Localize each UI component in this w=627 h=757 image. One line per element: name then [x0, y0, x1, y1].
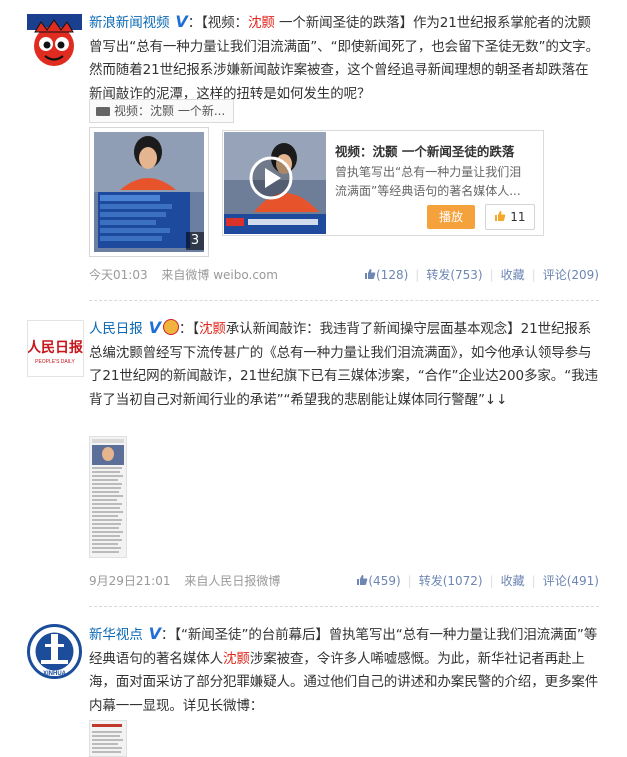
username-link[interactable]: 新华视点 [89, 627, 143, 643]
video-tag-label: 视频：沈颢 一个新... [114, 104, 226, 118]
divider: | [531, 574, 536, 588]
medal-icon[interactable] [162, 319, 179, 335]
avatar-peoples-daily[interactable]: 人民日报 PEOPLE'S DAILY [27, 320, 84, 377]
post-actions: (459) | 转发(1072) | 收藏 | 评论(491) [351, 571, 599, 591]
video-camera-icon [96, 107, 110, 116]
post-actions: (128) | 转发(753) | 收藏 | 评论(209) [359, 265, 599, 285]
video-card[interactable]: 视频：沈颢 一个新闻圣徒的跌落 曾执笔写出“总有一种力量让我们泪流满面”等经典语… [222, 130, 544, 236]
divider: | [489, 268, 494, 282]
post-source[interactable]: 来自人民日报微博 [184, 574, 280, 588]
peoples-daily-logo: 人民日报 PEOPLE'S DAILY [27, 339, 83, 365]
favorite-action[interactable]: 收藏 [501, 574, 525, 588]
like-count: (128) [376, 268, 409, 282]
avatar-xinhua[interactable]: XINHUA [27, 624, 82, 679]
v-verified-icon[interactable]: V [149, 622, 161, 646]
comment-action[interactable]: 评论(209) [543, 268, 599, 282]
post-body: 新浪新闻视频 V：【视频：沈颢 一个新闻圣徒的跌落】作为21世纪报系掌舵者的沈颢曾… [89, 10, 599, 106]
post-meta: 今天01:03 来自微博 weibo.com (128) | 转发(753) | 收藏 |… [89, 265, 599, 285]
post-body: 人民日报 V ：【沈颢承认新闻敲诈：我违背了新闻操守层面基本观念】21世纪报系总编沈… [89, 316, 599, 412]
post-meta: 9月29日21:01 来自人民日报微博 (459) | 转发(1072) | 收藏 | 评论… [89, 571, 599, 591]
image-count-badge: 3 [186, 232, 204, 250]
like-action[interactable]: (459) [356, 574, 401, 588]
keyword-highlight[interactable]: 沈颢 [223, 651, 250, 667]
video-card-title[interactable]: 视频：沈颢 一个新闻圣徒的跌落 [335, 141, 514, 160]
post-separator [89, 606, 599, 607]
post-source[interactable]: 来自微博 weibo.com [161, 268, 278, 282]
like-action[interactable]: (128) [364, 268, 408, 282]
post-text-b: 承认新闻敲诈：我违背了新闻操守层面基本观念】21世纪报系总编沈颢曾经写下流传甚广… [89, 321, 598, 408]
favorite-action[interactable]: 收藏 [501, 268, 525, 282]
username-link[interactable]: 新浪新闻视频 [89, 15, 170, 31]
card-like-count: 11 [510, 210, 526, 224]
comment-action[interactable]: 评论(491) [543, 574, 599, 588]
repost-action[interactable]: 转发(1072) [419, 574, 483, 588]
keyword-highlight[interactable]: 沈颢 [199, 321, 226, 337]
thumbs-up-icon [365, 269, 376, 279]
long-image-preview [90, 721, 126, 756]
logo-subtext: PEOPLE'S DAILY [35, 359, 75, 365]
play-button[interactable]: 播放 [427, 205, 475, 229]
video-link-tag[interactable]: 视频：沈颢 一个新... [89, 99, 235, 123]
post-time[interactable]: 今天01:03 [89, 268, 148, 282]
v-verified-icon[interactable]: V [149, 316, 161, 340]
long-image-preview [90, 437, 126, 557]
repost-action[interactable]: 转发(753) [426, 268, 482, 282]
thumbs-up-icon [357, 575, 368, 585]
v-verified-icon[interactable]: V [175, 10, 187, 34]
keyword-highlight[interactable]: 沈颢 [248, 15, 275, 31]
post-text-a: 【 [192, 321, 199, 337]
long-image-thumbnail[interactable] [89, 436, 127, 558]
colon: ： [187, 15, 202, 31]
long-image-thumbnail[interactable] [89, 720, 127, 757]
video-card-description: 曾执笔写出“总有一种力量让我们泪流满面”等经典语句的著名媒体人... [335, 165, 522, 198]
xinhua-logo: XINHUA [27, 624, 82, 679]
divider: | [531, 268, 536, 282]
video-card-thumbnail[interactable] [224, 132, 326, 234]
divider: | [415, 268, 420, 282]
video-thumbnail-image[interactable]: 3 [89, 127, 209, 257]
post-body: 新华视点 V：【“新闻圣徒”的台前幕后】曾执笔写出“总有一种力量让我们泪流满面”等… [89, 622, 599, 718]
post-text-a: 【视频： [201, 15, 248, 31]
sina-mascot-avatar [27, 14, 82, 69]
logo-text: 人民日报 [28, 339, 83, 356]
divider: | [407, 574, 412, 588]
card-like-button[interactable]: 11 [485, 204, 535, 230]
avatar-sina-news-video[interactable] [27, 14, 82, 69]
post-separator [89, 300, 599, 301]
username-link[interactable]: 人民日报 [89, 321, 143, 337]
logo-text: XINHUA [43, 671, 67, 677]
colon: ： [178, 321, 193, 337]
divider: | [489, 574, 494, 588]
colon: ： [160, 627, 175, 643]
thumbs-up-icon [495, 211, 506, 221]
like-count: (459) [368, 574, 401, 588]
post-time[interactable]: 9月29日21:01 [89, 574, 171, 588]
